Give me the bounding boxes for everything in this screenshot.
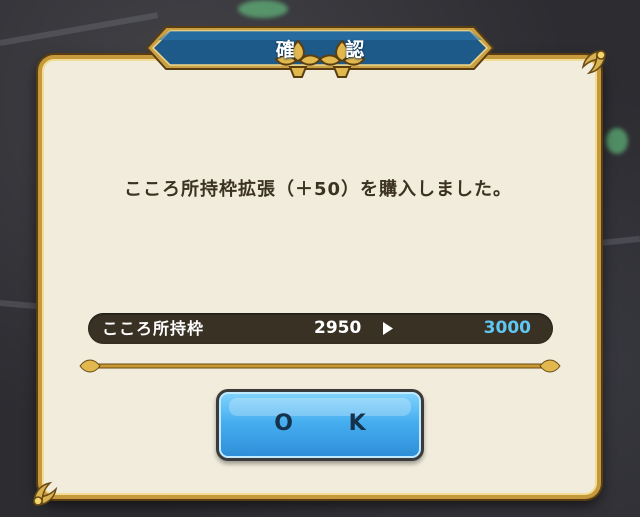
map-marker: [238, 0, 288, 18]
map-marker: [606, 128, 628, 154]
dialog-message: こころ所持枠拡張（＋50）を購入しました。: [123, 179, 513, 200]
ok-button-label: O K: [274, 410, 390, 436]
dialog-title: 確 認: [275, 38, 387, 61]
capacity-new-value: 3000: [483, 318, 531, 338]
corner-ornament-icon: [28, 463, 76, 511]
corner-ornament-icon: [563, 45, 611, 93]
capacity-label: こころ所持枠: [102, 319, 205, 338]
ok-button[interactable]: O K: [216, 389, 424, 461]
arrow-right-icon: [382, 321, 394, 336]
capacity-old-value: 2950: [314, 318, 362, 338]
ornamental-divider: [78, 356, 562, 376]
map-road: [599, 235, 640, 246]
dialog-title-plate: 確 認: [146, 26, 494, 78]
game-screen: 確 認 こころ所持枠拡張（＋50）を購入しました。 こころ所持枠 2950 30…: [0, 0, 640, 517]
capacity-bar: こころ所持枠 2950 3000: [88, 313, 553, 344]
